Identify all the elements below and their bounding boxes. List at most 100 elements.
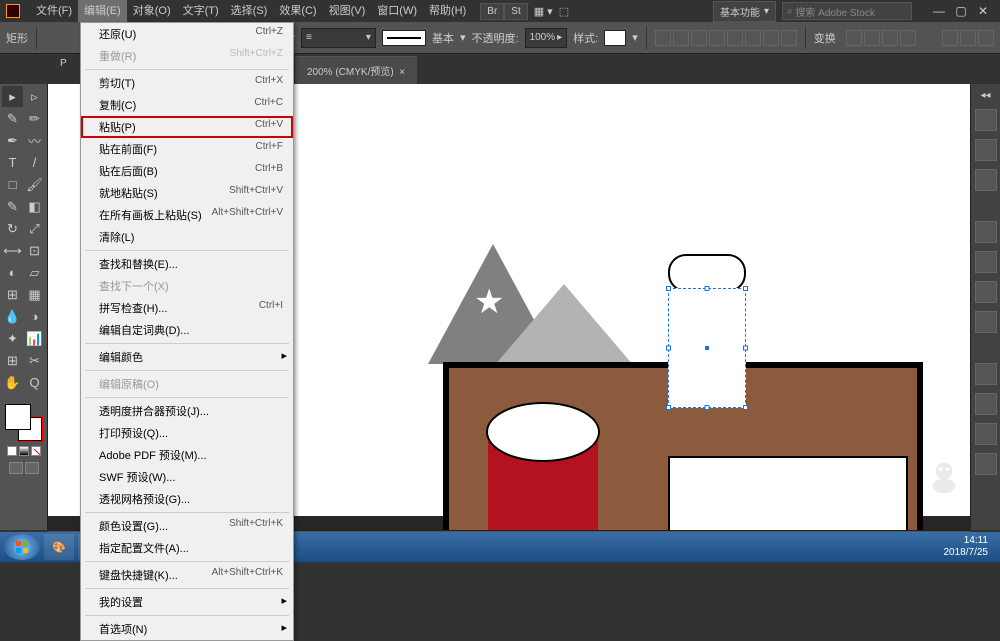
blend-tool[interactable]: ◑	[24, 306, 45, 327]
symbol-sprayer-tool[interactable]: ✦	[2, 328, 23, 349]
rotate-tool[interactable]: ↻	[2, 218, 23, 239]
maximize-button[interactable]: ▢	[950, 4, 972, 18]
stroke-style[interactable]	[382, 30, 426, 46]
panel-expand-icon[interactable]: ◂◂	[980, 90, 990, 101]
panel-appearance[interactable]	[975, 453, 997, 475]
menu-item-adobe pdf 预设m[interactable]: Adobe PDF 预设(M)...	[81, 444, 293, 466]
bridge-button[interactable]: Br	[480, 3, 504, 20]
panel-gradient[interactable]	[975, 393, 997, 415]
tab-close-icon[interactable]: ×	[399, 67, 405, 78]
menu-type[interactable]: 文字(T)	[177, 0, 225, 22]
document-tab[interactable]: 200% (CMYK/预览) ×	[295, 56, 417, 84]
rectangle-tool[interactable]: □	[2, 174, 23, 195]
stroke-weight[interactable]: ≡ ▾	[301, 28, 376, 48]
close-button[interactable]: ✕	[972, 4, 994, 18]
adobe-stock-search[interactable]: ⌕ 搜索 Adobe Stock	[782, 2, 912, 20]
fill-color[interactable]	[5, 404, 31, 430]
panel-stroke[interactable]	[975, 363, 997, 385]
menu-item-粘贴p[interactable]: 粘贴(P)Ctrl+V	[81, 116, 293, 138]
none-mode[interactable]	[31, 446, 41, 456]
type-tool[interactable]: T	[2, 152, 23, 173]
zoom-tool[interactable]: Q	[24, 372, 45, 393]
align-buttons[interactable]	[655, 30, 797, 46]
transform-buttons[interactable]	[846, 30, 916, 46]
menu-item-键盘快捷键k[interactable]: 键盘快捷键(K)...Alt+Shift+Ctrl+K	[81, 564, 293, 586]
gradient-mode[interactable]	[19, 446, 29, 456]
menu-help[interactable]: 帮助(H)	[423, 0, 472, 22]
panel-properties[interactable]	[975, 109, 997, 131]
panel-transparency[interactable]	[975, 423, 997, 445]
artboard-tool[interactable]: ⊞	[2, 350, 23, 371]
system-clock[interactable]: 14:11 2018/7/25	[944, 535, 997, 559]
panel-swatches[interactable]	[975, 251, 997, 273]
menu-item-编辑颜色[interactable]: 编辑颜色	[81, 346, 293, 368]
menu-select[interactable]: 选择(S)	[225, 0, 274, 22]
stroke-profile[interactable]: 基本	[432, 30, 454, 46]
width-tool[interactable]: ⟷	[2, 240, 23, 261]
style-swatch[interactable]	[604, 30, 626, 46]
menu-item-就地粘贴s[interactable]: 就地粘贴(S)Shift+Ctrl+V	[81, 182, 293, 204]
menu-item-透视网格预设g[interactable]: 透视网格预设(G)...	[81, 488, 293, 510]
task-paint[interactable]: 🎨	[44, 534, 74, 560]
eraser-tool[interactable]: ◧	[24, 196, 45, 217]
menu-item-清除l[interactable]: 清除(L)	[81, 226, 293, 248]
menu-item-贴在前面f[interactable]: 贴在前面(F)Ctrl+F	[81, 138, 293, 160]
gpu-icon[interactable]: ⬚	[559, 5, 569, 18]
menu-item-贴在后面b[interactable]: 贴在后面(B)Ctrl+B	[81, 160, 293, 182]
menu-item-在所有画板上粘贴s[interactable]: 在所有画板上粘贴(S)Alt+Shift+Ctrl+V	[81, 204, 293, 226]
color-mode[interactable]	[7, 446, 17, 456]
minimize-button[interactable]: —	[928, 4, 950, 18]
free-transform-tool[interactable]: ⊡	[24, 240, 45, 261]
transform-label[interactable]: 变换	[814, 30, 836, 46]
pen-tool[interactable]: ✒	[2, 130, 23, 151]
menu-window[interactable]: 窗口(W)	[371, 0, 423, 22]
mesh-tool[interactable]: ⊞	[2, 284, 23, 305]
menu-item-我的设置[interactable]: 我的设置	[81, 591, 293, 613]
panel-layers[interactable]	[975, 139, 997, 161]
menu-effect[interactable]: 效果(C)	[273, 0, 322, 22]
panel-brushes[interactable]	[975, 281, 997, 303]
scale-tool[interactable]: ⤢	[24, 218, 45, 239]
slice-tool[interactable]: ✂	[24, 350, 45, 371]
selection-tool[interactable]: ▸	[2, 86, 23, 107]
menu-edit[interactable]: 编辑(E)	[78, 0, 127, 22]
menu-item-swf 预设w[interactable]: SWF 预设(W)...	[81, 466, 293, 488]
selected-object[interactable]	[668, 288, 746, 408]
panel-libraries[interactable]	[975, 169, 997, 191]
panel-symbols[interactable]	[975, 311, 997, 333]
menu-item-编辑自定词典d[interactable]: 编辑自定词典(D)...	[81, 319, 293, 341]
shaper-tool[interactable]: ✎	[2, 196, 23, 217]
graph-tool[interactable]: 📊	[24, 328, 45, 349]
menu-item-透明度拼合器预设j[interactable]: 透明度拼合器预设(J)...	[81, 400, 293, 422]
paintbrush-tool[interactable]: 🖌	[24, 174, 45, 195]
menu-item-查找和替换e[interactable]: 查找和替换(E)...	[81, 253, 293, 275]
menu-item-指定配置文件a[interactable]: 指定配置文件(A)...	[81, 537, 293, 559]
perspective-tool[interactable]: ▱	[24, 262, 45, 283]
stock-button[interactable]: St	[504, 3, 527, 20]
menu-file[interactable]: 文件(F)	[30, 0, 78, 22]
shape-ellipse[interactable]	[486, 402, 600, 462]
start-button[interactable]	[4, 534, 40, 560]
menu-view[interactable]: 视图(V)	[323, 0, 372, 22]
menu-object[interactable]: 对象(O)	[127, 0, 177, 22]
eyedropper-tool[interactable]: 💧	[2, 306, 23, 327]
menu-item-复制c[interactable]: 复制(C)Ctrl+C	[81, 94, 293, 116]
menu-item-拼写检查h[interactable]: 拼写检查(H)...Ctrl+I	[81, 297, 293, 319]
gradient-tool[interactable]: ▦	[24, 284, 45, 305]
opacity-field[interactable]: 100% ▸	[525, 28, 568, 48]
menu-item-打印预设q[interactable]: 打印预设(Q)...	[81, 422, 293, 444]
shape-triangle-light[interactable]	[494, 284, 634, 366]
extra-buttons[interactable]	[942, 30, 994, 46]
lasso-tool[interactable]: ✏	[24, 108, 45, 129]
arrange-icon[interactable]: ▦ ▾	[534, 5, 553, 18]
screen-mode-full[interactable]	[25, 462, 39, 474]
workspace-switcher[interactable]: 基本功能 ▾	[713, 1, 776, 22]
shape-white-rect[interactable]	[668, 456, 908, 530]
menu-item-颜色设置g[interactable]: 颜色设置(G)...Shift+Ctrl+K	[81, 515, 293, 537]
menu-item-剪切t[interactable]: 剪切(T)Ctrl+X	[81, 72, 293, 94]
shape-builder-tool[interactable]: ◐	[2, 262, 23, 283]
panel-color[interactable]	[975, 221, 997, 243]
hand-tool[interactable]: ✋	[2, 372, 23, 393]
magic-wand-tool[interactable]: ✎	[2, 108, 23, 129]
menu-item-首选项n[interactable]: 首选项(N)	[81, 618, 293, 640]
